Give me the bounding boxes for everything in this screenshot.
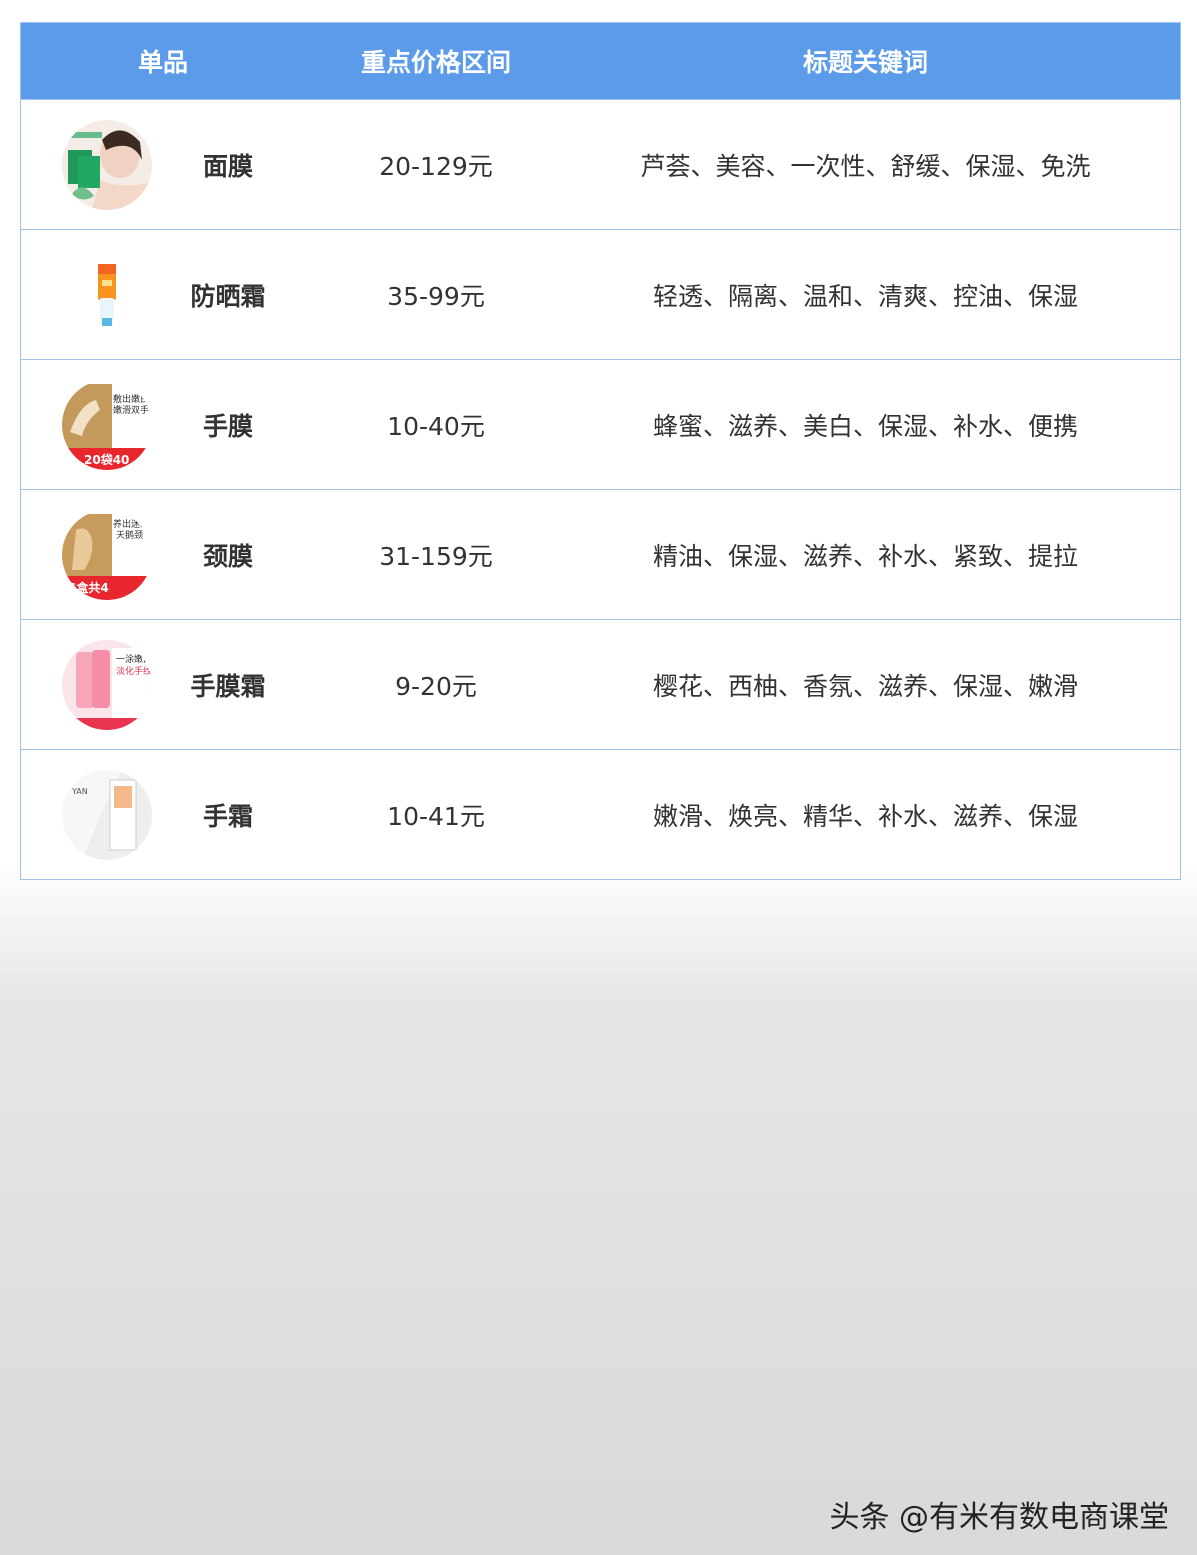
hand-mask-product-icon: 敷出嫩白 嫩滑双手 20袋40 [62, 379, 152, 470]
thumb-caption: YAN [71, 787, 88, 796]
product-name: 面膜 [202, 151, 253, 181]
table-header: 单品 重点价格区间 标题关键词 [21, 23, 1180, 99]
title-keywords: 芦荟、美容、一次性、舒缓、保湿、免洗 [640, 151, 1091, 181]
table-row: 敷出嫩白 嫩滑双手 20袋40 手膜 10-40元 蜂蜜、滋养、美白、保湿、补水… [21, 359, 1180, 489]
thumb-caption: 天鹅颈 [116, 529, 143, 541]
title-keywords: 嫩滑、焕亮、精华、补水、滋养、保湿 [652, 801, 1078, 831]
price-range: 9-20元 [395, 671, 477, 701]
thumb-promo: 20袋40 [84, 452, 129, 467]
header-price-label: 重点价格区间 [360, 48, 511, 77]
header-product-cell: 单品 [21, 23, 321, 99]
price-range: 10-41元 [387, 801, 485, 831]
price-range: 31-159元 [379, 541, 493, 571]
title-keywords: 精油、保湿、滋养、补水、紧致、提拉 [652, 541, 1078, 571]
table-row: 一涂嫩白 淡化手纹 手膜霜 9-20元 樱花、西柚、香氛、滋养、保湿、嫩滑 [21, 619, 1180, 749]
price-range: 35-99元 [387, 281, 485, 311]
thumb-caption: 淡化手纹 [116, 665, 152, 677]
product-name: 手膜 [202, 411, 253, 441]
hand-cream-pink-tubes-icon: 一涂嫩白 淡化手纹 [62, 639, 152, 730]
thumb-caption: 一涂嫩白 [116, 653, 152, 665]
table-row: 养出迷人 天鹅颈 4盒共4 颈膜 31-159元 精油、保湿、滋养、补水、紧致、… [21, 489, 1180, 619]
title-keywords: 樱花、西柚、香氛、滋养、保湿、嫩滑 [652, 671, 1078, 701]
price-range: 20-129元 [379, 151, 493, 181]
thumb-caption: 嫩滑双手 [113, 404, 149, 416]
product-table: 单品 重点价格区间 标题关键词 面膜 20-129元 芦荟、美容、一次性、舒缓、… [20, 22, 1181, 880]
thumb-promo: 4盒共4 [68, 580, 109, 595]
price-range: 10-40元 [387, 411, 485, 441]
thumb-caption: 敷出嫩白 [113, 393, 149, 405]
table-row: YAN 手霜 10-41元 嫩滑、焕亮、精华、补水、滋养、保湿 [21, 749, 1180, 879]
header-keywords-label: 标题关键词 [802, 48, 928, 77]
thumb-caption: 养出迷人 [113, 518, 149, 530]
table-row: 面膜 20-129元 芦荟、美容、一次性、舒缓、保湿、免洗 [21, 99, 1180, 229]
product-name: 手霜 [202, 801, 253, 831]
header-product-label: 单品 [138, 48, 189, 77]
product-name: 手膜霜 [190, 671, 266, 701]
sunscreen-tube-icon [62, 249, 152, 340]
hand-cream-white-tube-icon: YAN [62, 769, 152, 860]
watermark: 头条 @有米有数电商课堂 [829, 1500, 1169, 1535]
title-keywords: 轻透、隔离、温和、清爽、控油、保湿 [652, 281, 1078, 311]
table-row: 防晒霜 35-99元 轻透、隔离、温和、清爽、控油、保湿 [21, 229, 1180, 359]
title-keywords: 蜂蜜、滋养、美白、保湿、补水、便携 [652, 411, 1078, 441]
product-name: 防晒霜 [190, 281, 266, 311]
neck-mask-product-icon: 养出迷人 天鹅颈 4盒共4 [62, 509, 152, 600]
product-name: 颈膜 [202, 541, 253, 571]
face-mask-product-icon [62, 119, 152, 210]
